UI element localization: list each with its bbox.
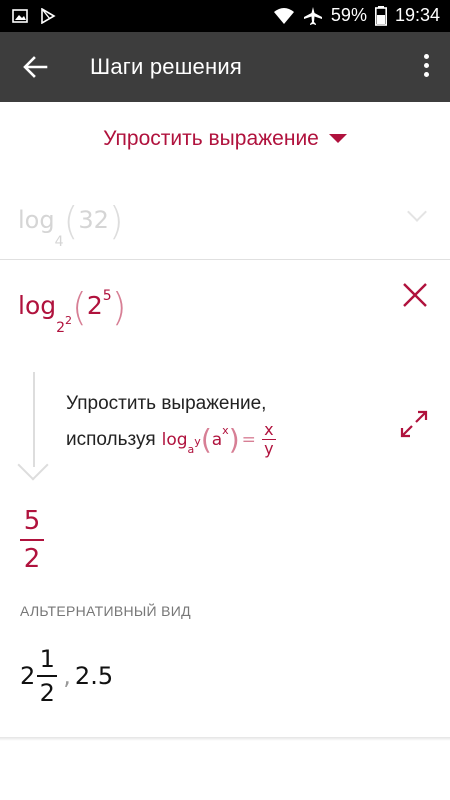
rule-arg: a <box>211 429 223 450</box>
prev-arg: 32 <box>78 206 109 234</box>
rule-base: a <box>187 442 195 456</box>
result-denominator: 2 <box>23 544 41 574</box>
rule-close-paren: ) <box>228 422 240 456</box>
mixed-whole: 2 <box>20 662 36 690</box>
alt-separator: , <box>63 662 71 690</box>
log-rule-formula: log a y(a x) = xy <box>162 421 276 458</box>
more-options-icon[interactable] <box>420 54 432 82</box>
prev-func: log <box>18 206 55 234</box>
battery-icon <box>374 5 387 26</box>
close-icon[interactable] <box>402 282 428 308</box>
rule-denominator: y <box>264 439 274 458</box>
explanation-using: используя <box>66 428 156 450</box>
rule-fraction: xy <box>261 420 276 458</box>
alternative-forms: 2 12 , 2.5 <box>20 645 113 707</box>
previous-step-row[interactable]: log4(32) <box>0 175 450 259</box>
explanation-line1: Упростить выражение, <box>66 393 267 414</box>
step-base-exp: 2 <box>65 314 73 327</box>
page-title: Шаги решения <box>90 54 242 79</box>
step-explanation: Упростить выражение, используя log a y(a x)… <box>66 387 276 458</box>
step-arg-exp: 5 <box>102 288 112 304</box>
divider <box>0 259 450 260</box>
decimal-form: 2.5 <box>74 662 114 690</box>
expand-icon[interactable] <box>400 410 428 438</box>
prev-close-paren: ) <box>108 199 124 243</box>
chevron-down-icon[interactable] <box>407 202 427 222</box>
clock: 19:34 <box>394 5 440 25</box>
rule-base-exp: y <box>194 434 201 448</box>
rule-func: log <box>161 429 188 450</box>
result-fraction: 5 2 <box>20 506 44 574</box>
result-fraction-bar <box>20 539 44 541</box>
card-bottom-shadow <box>0 737 450 741</box>
play-store-notification-icon <box>41 8 56 24</box>
app-bar: Шаги решения <box>0 32 450 102</box>
rule-numerator: x <box>264 420 274 439</box>
airplane-mode-icon <box>303 6 322 25</box>
wifi-icon <box>273 7 294 24</box>
step-open-paren: ( <box>72 285 87 329</box>
explanation-line2: используя log a y(a x) = xy <box>66 421 276 458</box>
status-left-icons <box>12 8 56 24</box>
back-arrow-icon[interactable] <box>20 52 50 82</box>
current-step-expression: log22(25) <box>18 285 127 345</box>
prev-base: 4 <box>54 234 64 250</box>
rule-arg-exp: x <box>222 423 229 437</box>
step-func: log <box>18 291 57 320</box>
step-close-paren: ) <box>111 285 127 329</box>
dropdown-arrow-icon <box>328 134 347 143</box>
result-numerator: 5 <box>23 506 41 536</box>
prev-open-paren: ( <box>63 199 79 243</box>
status-right: 59% 19:34 <box>273 5 440 26</box>
step-base: 22 <box>56 314 73 336</box>
rule-equals: = <box>241 429 256 450</box>
previous-expression: log4(32) <box>18 199 124 250</box>
mixed-fraction: 12 <box>37 645 58 707</box>
dropdown-label: Упростить выражение <box>103 126 319 150</box>
mixed-numerator: 1 <box>39 645 55 673</box>
gallery-notification-icon <box>12 9 28 23</box>
alternative-form-label: АЛЬТЕРНАТИВНЫЙ ВИД <box>20 603 191 619</box>
method-dropdown[interactable]: Упростить выражение <box>0 102 450 175</box>
battery-percent: 59% <box>330 5 367 25</box>
mixed-denominator: 2 <box>39 679 55 707</box>
step-arrow-head <box>17 449 49 481</box>
status-bar: 59% 19:34 <box>0 0 450 32</box>
rule-open-paren: ( <box>200 422 212 456</box>
step-arg: 2 <box>86 291 103 320</box>
